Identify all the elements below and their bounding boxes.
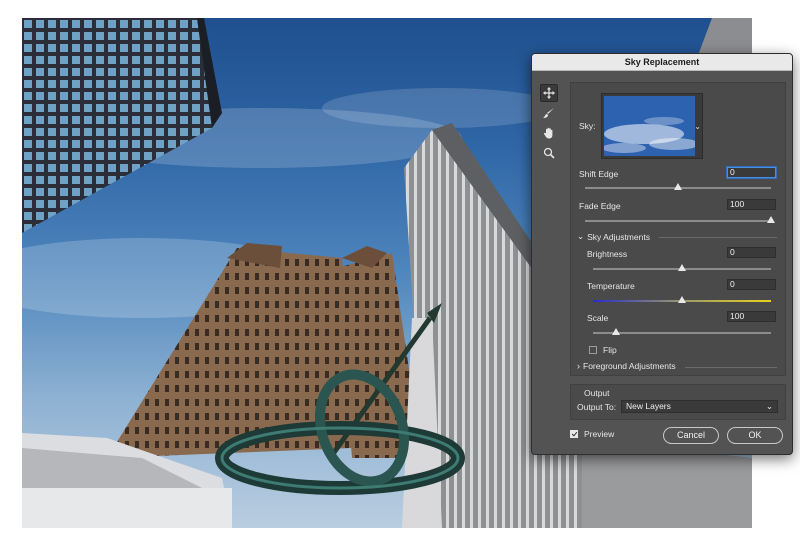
move-tool[interactable] <box>540 84 558 102</box>
output-to-value: New Layers <box>626 401 671 411</box>
foreground-adjustments-header[interactable]: › Foreground Adjustments <box>577 361 676 371</box>
fade-edge-slider-thumb[interactable] <box>767 216 775 223</box>
chevron-down-icon: ⌄ <box>765 401 773 411</box>
cancel-button[interactable]: Cancel <box>663 427 719 444</box>
foreground-adjustments-label: Foreground Adjustments <box>583 361 676 371</box>
divider <box>659 237 777 238</box>
brightness-slider-thumb[interactable] <box>678 264 686 271</box>
zoom-tool[interactable] <box>540 144 558 162</box>
scale-slider-thumb[interactable] <box>612 328 621 335</box>
tool-column <box>540 84 560 164</box>
sky-label: Sky: <box>579 121 596 131</box>
output-to-label: Output To: <box>577 402 617 412</box>
hand-icon <box>543 127 553 139</box>
move-icon <box>543 87 555 99</box>
fade-edge-label: Fade Edge <box>579 201 621 211</box>
scale-label: Scale <box>587 313 609 323</box>
chevron-right-icon: › <box>577 361 580 371</box>
ok-button[interactable]: OK <box>727 427 783 444</box>
brightness-label: Brightness <box>587 249 628 259</box>
brightness-input[interactable]: 0 <box>727 247 776 258</box>
flip-checkbox[interactable] <box>589 346 597 354</box>
sky-replacement-dialog: Sky Replacement Sky: ⌄ Shift Edge 0 Fade… <box>531 53 793 455</box>
settings-panel: Sky: ⌄ Shift Edge 0 Fade Edge 100 ⌄ Sky … <box>570 82 786 376</box>
fade-edge-input[interactable]: 100 <box>727 199 776 210</box>
temperature-slider-thumb[interactable] <box>678 296 686 303</box>
chevron-down-icon: ⌄ <box>577 231 585 241</box>
sky-preset-picker[interactable]: ⌄ <box>601 93 703 159</box>
output-panel: Output Output To: New Layers ⌄ <box>570 384 786 420</box>
temperature-input[interactable]: 0 <box>727 279 776 290</box>
fade-edge-slider-track[interactable] <box>585 220 771 222</box>
hand-tool[interactable] <box>540 124 558 142</box>
preview-label: Preview <box>584 429 615 439</box>
output-to-select[interactable]: New Layers ⌄ <box>621 400 778 413</box>
preview-checkbox[interactable] <box>570 430 578 438</box>
zoom-icon <box>543 147 555 159</box>
shift-edge-slider-thumb[interactable] <box>674 183 682 190</box>
shift-edge-input[interactable]: 0 <box>727 167 776 178</box>
dialog-title: Sky Replacement <box>532 54 792 71</box>
sky-brush-tool[interactable] <box>540 104 558 122</box>
shift-edge-label: Shift Edge <box>579 169 619 179</box>
scale-input[interactable]: 100 <box>727 311 776 322</box>
sky-adjustments-label: Sky Adjustments <box>587 231 650 242</box>
chevron-down-icon: ⌄ <box>694 122 701 131</box>
brush-icon <box>543 108 554 118</box>
flip-label: Flip <box>603 345 617 355</box>
output-label: Output <box>584 388 610 398</box>
sky-thumbnail <box>604 96 695 156</box>
divider <box>685 367 777 368</box>
temperature-label: Temperature <box>587 281 635 291</box>
sky-adjustments-header[interactable]: ⌄ Sky Adjustments <box>577 231 650 242</box>
